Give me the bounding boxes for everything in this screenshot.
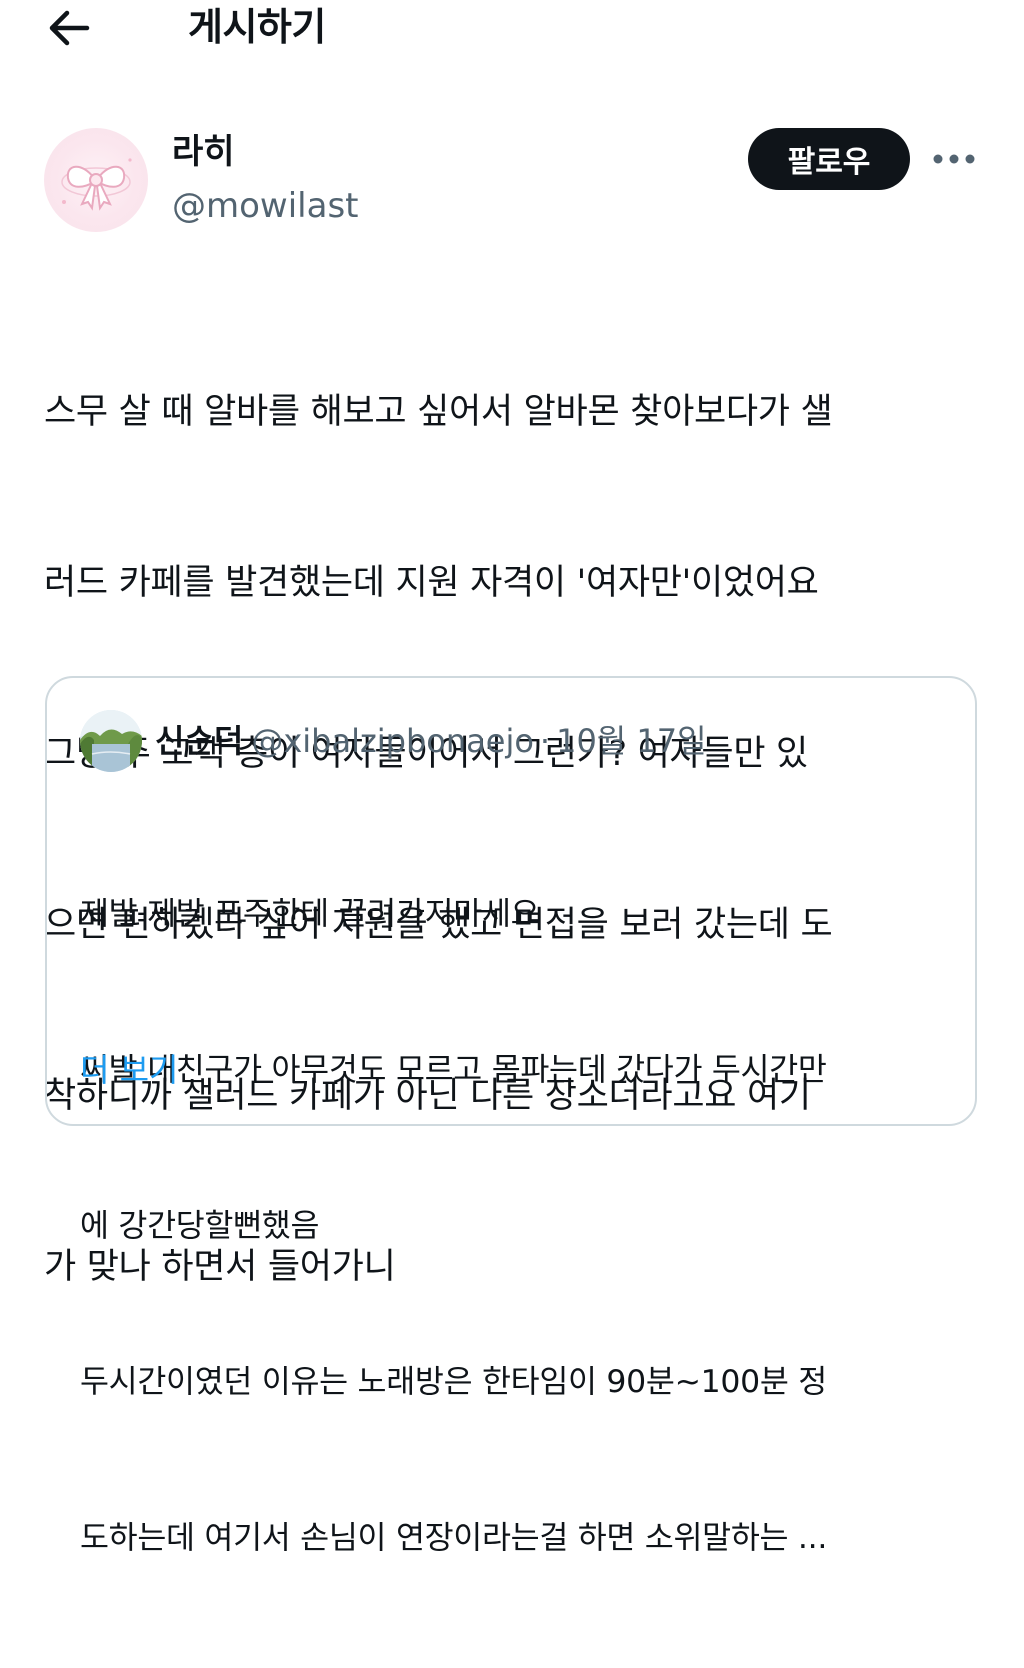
quoted-line: 두시간이였던 이유는 노래방은 한타임이 90분~100분 정 [80, 1364, 827, 1400]
more-options-button[interactable] [928, 136, 980, 182]
page-title: 게시하기 [188, 5, 326, 49]
avatar[interactable] [44, 128, 148, 232]
quoted-line: 제발 제발 포주한테 끌려가지마세요 [80, 896, 540, 932]
arrow-left-icon [49, 10, 90, 46]
quoted-author-name[interactable]: 신순덕 [155, 722, 243, 760]
author-display-name[interactable]: 라히 [172, 130, 235, 174]
quoted-post-card[interactable]: 신순덕 @xibalzipbonaejo · 10월 17일 제발 제발 포주한테 끌… [45, 676, 977, 1556]
more-horizontal-icon [933, 154, 975, 164]
landscape-photo-icon [80, 710, 142, 772]
quoted-author-avatar[interactable] [80, 710, 142, 772]
quoted-line: 에 강간당할뻔했음 [80, 1208, 320, 1244]
author-handle[interactable]: @mowilast [172, 184, 359, 228]
meta-separator: · [539, 722, 551, 760]
quoted-post-body: 제발 제발 포주한테 끌려가지마세요 씨발 내친구가 아무것도 모르고 몸파는데… [80, 784, 960, 1668]
quoted-author-handle[interactable]: @xibalzipbonaejo [251, 722, 534, 760]
quoted-post-date[interactable]: 10월 17일 [556, 722, 707, 760]
post-line: 러드 카페를 발견했는데 지원 자격이 '여자만'이었어요 [44, 563, 819, 603]
pink-ribbon-bow-icon [61, 158, 132, 211]
follow-button[interactable]: 팔로우 [748, 128, 910, 190]
quoted-post-meta: 신순덕 @xibalzipbonaejo · 10월 17일 [155, 718, 707, 764]
top-bar: 게시하기 [0, 0, 1024, 60]
post-line: 스무 살 때 알바를 해보고 싶어서 알바몬 찾아보다가 샐 [44, 392, 833, 432]
show-more-link[interactable]: 더 보기 [80, 1044, 179, 1096]
quoted-line: 도하는데 여기서 손님이 연장이라는걸 하면 소위말하는 ... [80, 1520, 828, 1556]
quoted-line: 씨발 내친구가 아무것도 모르고 몸파는데 갔다가 두시간만 [80, 1052, 827, 1088]
back-button[interactable] [44, 6, 94, 50]
